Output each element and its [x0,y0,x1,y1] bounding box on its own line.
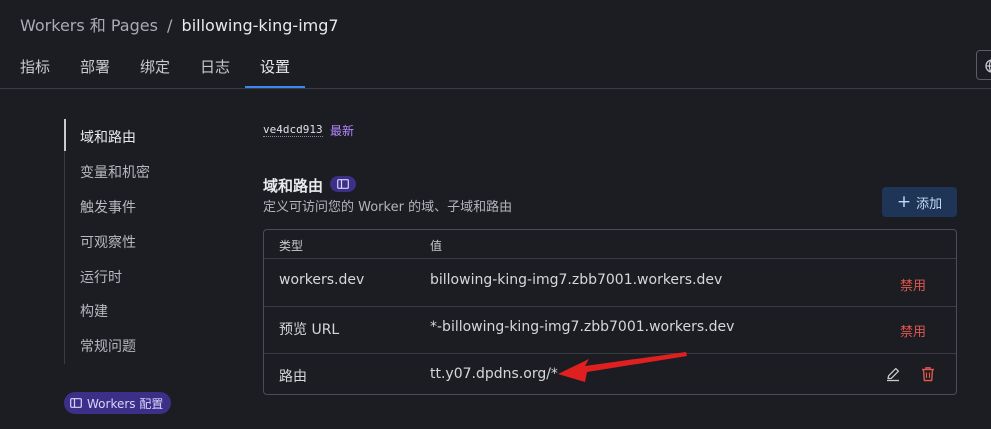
sidebar-active-indicator [64,119,66,151]
sidebar-item-general[interactable]: 常规问题 [80,336,136,356]
edit-icon [887,367,900,382]
sidebar-item-triggers[interactable]: 触发事件 [80,197,136,217]
row-value: *-billowing-king-img7.zbb7001.workers.de… [430,319,735,335]
row-divider [264,306,956,307]
workers-config-badge[interactable]: Workers 配置 [64,392,172,414]
breadcrumb-separator: / [167,16,173,35]
section-description: 定义可访问您的 Worker 的域、子域和路由 [263,200,513,215]
version-id[interactable]: ve4dcd913 [263,123,323,137]
disable-button[interactable]: 禁用 [900,275,926,294]
tab-logs[interactable]: 日志 [200,56,230,77]
sidebar-rail [64,119,65,364]
docs-badge[interactable] [330,176,356,192]
row-type: workers.dev [279,272,365,288]
trash-icon [922,367,934,382]
globe-button[interactable] [976,50,991,80]
tab-bindings[interactable]: 绑定 [140,56,170,77]
row-type: 路由 [279,369,307,385]
row-type: 预览 URL [279,322,340,338]
edit-route-button[interactable] [885,366,901,386]
workers-config-label: Workers 配置 [87,396,164,411]
sidebar-item-build[interactable]: 构建 [80,301,108,321]
row-value: billowing-king-img7.zbb7001.workers.dev [430,272,723,288]
breadcrumb-parent-link[interactable]: Workers 和 Pages [20,16,158,35]
column-header-value: 值 [430,239,443,253]
row-divider [264,258,956,259]
sidebar-item-observability[interactable]: 可观察性 [80,232,136,252]
book-icon [337,179,349,189]
delete-route-button[interactable] [920,366,936,386]
row-value: tt.y07.dpdns.org/* [430,366,558,382]
add-button-label: 添加 [916,196,943,212]
tab-settings[interactable]: 设置 [260,56,290,77]
globe-icon [985,59,991,73]
section-title: 域和路由 [263,177,324,195]
page-title: billowing-king-img7 [181,16,339,35]
add-button[interactable]: + 添加 [882,187,957,217]
tab-bar: 指标 部署 绑定 日志 设置 [0,48,991,89]
book-icon [70,398,82,408]
sidebar-item-domains-routes[interactable]: 域和路由 [80,127,136,147]
disable-button[interactable]: 禁用 [900,321,926,340]
tab-metrics[interactable]: 指标 [20,56,50,77]
column-header-type: 类型 [279,239,304,253]
plus-icon: + [896,191,912,212]
arrow-annotation [558,352,687,382]
breadcrumb: Workers 和 Pages / billowing-king-img7 [20,12,339,36]
tab-deployments[interactable]: 部署 [80,56,110,77]
sidebar-item-variables-secrets[interactable]: 变量和机密 [80,162,150,182]
latest-tag: 最新 [330,124,355,138]
sidebar-item-runtime[interactable]: 运行时 [80,267,122,287]
active-tab-indicator [245,86,305,88]
